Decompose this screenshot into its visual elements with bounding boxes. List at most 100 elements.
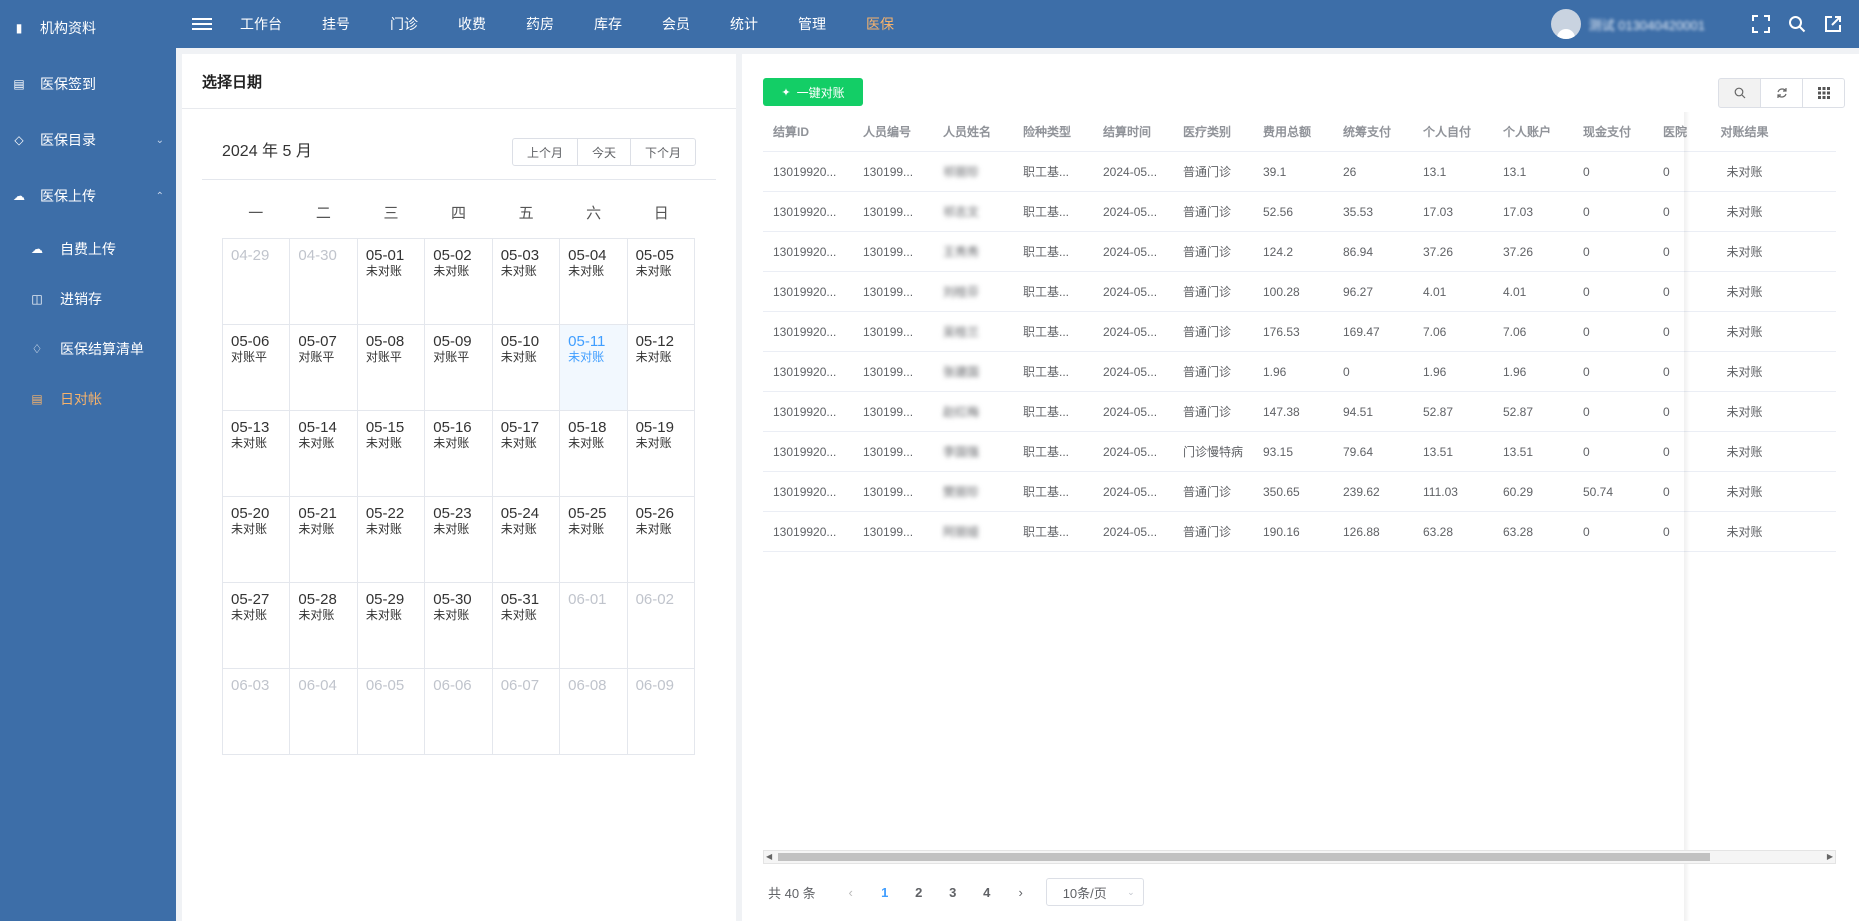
nav-outpatient[interactable]: 门诊 [390, 14, 418, 34]
fullscreen-icon[interactable] [1751, 14, 1771, 34]
sidebar-item-insurance-signin[interactable]: ▤ 医保签到 [0, 56, 176, 112]
sidebar-subitem-daily-reconcile[interactable]: ▤ 日对帐 [0, 374, 176, 424]
table-row[interactable]: 13019920... 130199... 赵红梅 职工基... 2024-05... 普… [763, 392, 1836, 432]
calendar-day-cell[interactable]: 06-07 [492, 669, 561, 755]
page-1[interactable]: 1 [868, 885, 902, 900]
scroll-right-icon[interactable]: ▶ [1827, 851, 1833, 863]
calendar-day-cell[interactable]: 06-02 [627, 583, 695, 669]
table-row[interactable]: 13019920... 130199... 阿丽娅 职工基... 2024-05... 普… [763, 512, 1836, 552]
table-row[interactable]: 13019920... 130199... 樊丽珍 职工基... 2024-05... 普… [763, 472, 1836, 512]
calendar-day-cell[interactable]: 05-24 未对账 [492, 497, 561, 583]
nav-charge[interactable]: 收费 [458, 14, 486, 34]
calendar-day-cell[interactable]: 05-08 对账平 [357, 325, 426, 411]
calendar-day-cell[interactable]: 05-25 未对账 [560, 497, 628, 583]
search-icon[interactable] [1718, 78, 1761, 108]
column-header[interactable]: 险种类型 [1013, 123, 1093, 140]
calendar-day-cell[interactable]: 06-09 [627, 669, 695, 755]
calendar-day-cell[interactable]: 04-29 [223, 239, 291, 325]
calendar-day-cell[interactable]: 05-10 未对账 [492, 325, 561, 411]
table-row[interactable]: 13019920... 130199... 吴桂兰 职工基... 2024-05... 普… [763, 312, 1836, 352]
page-3[interactable]: 3 [936, 885, 970, 900]
table-row[interactable]: 13019920... 130199... 李国强 职工基... 2024-05... 门… [763, 432, 1836, 472]
page-4[interactable]: 4 [970, 885, 1004, 900]
calendar-day-cell[interactable]: 05-15 未对账 [357, 411, 426, 497]
table-row[interactable]: 13019920... 130199... 张建国 职工基... 2024-05... 普… [763, 352, 1836, 392]
nav-workbench[interactable]: 工作台 [240, 14, 282, 34]
calendar-day-cell[interactable]: 05-21 未对账 [290, 497, 358, 583]
calendar-day-cell[interactable]: 06-06 [425, 669, 493, 755]
username[interactable]: 测试 013040420001 [1589, 15, 1705, 34]
calendar-day-cell[interactable]: 05-28 未对账 [290, 583, 358, 669]
table-row[interactable]: 13019920... 130199... 祁丽珍 职工基... 2024-05... 普… [763, 152, 1836, 192]
column-header[interactable]: 结算时间 [1093, 123, 1173, 140]
table-row[interactable]: 13019920... 130199... 刘桂芬 职工基... 2024-05... 普… [763, 272, 1836, 312]
sidebar-item-insurance-upload[interactable]: ☁ 医保上传 ⌃ [0, 168, 176, 224]
calendar-day-cell[interactable]: 05-27 未对账 [223, 583, 291, 669]
calendar-day-cell[interactable]: 06-04 [290, 669, 358, 755]
nav-stock[interactable]: 库存 [594, 14, 622, 34]
calendar-day-cell[interactable]: 05-23 未对账 [425, 497, 493, 583]
calendar-day-cell[interactable]: 05-03 未对账 [492, 239, 561, 325]
columns-grid-icon[interactable] [1802, 78, 1845, 108]
calendar-day-cell[interactable]: 05-14 未对账 [290, 411, 358, 497]
sidebar-subitem-settlement-list[interactable]: ♢ 医保结算清单 [0, 324, 176, 374]
calendar-day-cell[interactable]: 05-18 未对账 [560, 411, 628, 497]
table-row[interactable]: 13019920... 130199... 王秀秀 职工基... 2024-05... 普… [763, 232, 1836, 272]
calendar-day-cell[interactable]: 05-22 未对账 [357, 497, 426, 583]
calendar-day-cell[interactable]: 05-07 对账平 [290, 325, 358, 411]
calendar-day-cell[interactable]: 05-13 未对账 [223, 411, 291, 497]
external-link-icon[interactable] [1823, 14, 1843, 34]
column-header[interactable]: 统筹支付 [1333, 123, 1413, 140]
calendar-day-cell[interactable]: 05-06 对账平 [223, 325, 291, 411]
calendar-day-cell[interactable]: 05-31 未对账 [492, 583, 561, 669]
calendar-day-cell[interactable]: 06-08 [560, 669, 628, 755]
calendar-day-cell[interactable]: 06-01 [560, 583, 628, 669]
scrollbar-thumb[interactable] [778, 853, 1710, 861]
calendar-day-cell[interactable]: 05-05 未对账 [627, 239, 695, 325]
sidebar-item-org-info[interactable]: ▮ 机构资料 [0, 0, 176, 56]
calendar-day-cell[interactable]: 05-04 未对账 [560, 239, 628, 325]
one-click-reconcile-button[interactable]: ✦ 一键对账 [763, 78, 863, 106]
nav-statistics[interactable]: 统计 [730, 14, 758, 34]
prev-page-icon[interactable]: ‹ [834, 885, 868, 900]
avatar[interactable] [1550, 9, 1581, 39]
column-header[interactable]: 个人账户 [1493, 123, 1573, 140]
calendar-day-cell[interactable]: 05-19 未对账 [627, 411, 695, 497]
column-header[interactable]: 人员编号 [853, 123, 933, 140]
calendar-day-cell[interactable]: 05-12 未对账 [627, 325, 695, 411]
calendar-day-cell[interactable]: 05-11 未对账 [560, 325, 628, 411]
sidebar-subitem-inventory[interactable]: ◫ 进销存 [0, 274, 176, 324]
column-header[interactable]: 对账结果 [1693, 123, 1796, 140]
nav-management[interactable]: 管理 [798, 14, 826, 34]
column-header[interactable]: 人员姓名 [933, 123, 1013, 140]
next-month-button[interactable]: 下个月 [629, 138, 696, 166]
page-size-select[interactable]: 10条/页 ⌄ [1045, 878, 1144, 906]
nav-registration[interactable]: 挂号 [322, 14, 350, 34]
nav-member[interactable]: 会员 [662, 14, 690, 34]
calendar-day-cell[interactable]: 05-01 未对账 [357, 239, 426, 325]
sidebar-item-insurance-catalog[interactable]: ◇ 医保目录 ⌄ [0, 112, 176, 168]
calendar-day-cell[interactable]: 05-29 未对账 [357, 583, 426, 669]
calendar-day-cell[interactable]: 04-30 [290, 239, 358, 325]
calendar-day-cell[interactable]: 05-09 对账平 [425, 325, 493, 411]
today-button[interactable]: 今天 [576, 138, 631, 166]
column-header[interactable]: 结算ID [763, 123, 853, 140]
column-header[interactable]: 个人自付 [1413, 123, 1493, 140]
sidebar-subitem-self-pay-upload[interactable]: ☁ 自费上传 [0, 224, 176, 274]
column-header[interactable]: 现金支付 [1573, 123, 1653, 140]
calendar-day-cell[interactable]: 05-17 未对账 [492, 411, 561, 497]
calendar-day-cell[interactable]: 05-02 未对账 [425, 239, 493, 325]
search-icon[interactable] [1787, 14, 1807, 34]
calendar-day-cell[interactable]: 05-16 未对账 [425, 411, 493, 497]
horizontal-scrollbar[interactable]: ◀ ▶ [763, 850, 1836, 864]
nav-pharmacy[interactable]: 药房 [526, 14, 554, 34]
page-2[interactable]: 2 [902, 885, 936, 900]
menu-toggle-icon[interactable] [192, 15, 212, 33]
prev-month-button[interactable]: 上个月 [511, 138, 578, 166]
calendar-day-cell[interactable]: 05-20 未对账 [223, 497, 291, 583]
column-header[interactable]: 医疗类别 [1173, 123, 1253, 140]
calendar-day-cell[interactable]: 06-05 [357, 669, 426, 755]
refresh-icon[interactable] [1760, 78, 1803, 108]
calendar-day-cell[interactable]: 06-03 [223, 669, 291, 755]
nav-insurance[interactable]: 医保 [866, 14, 894, 34]
